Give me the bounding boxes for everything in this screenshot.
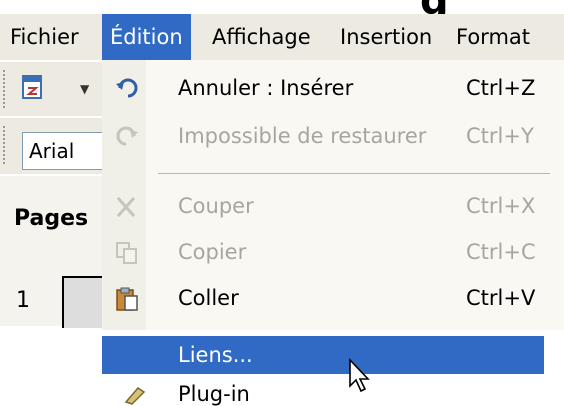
menu-format[interactable]: Format (456, 14, 530, 60)
pages-panel-title: Pages (14, 206, 89, 231)
menu-item-label: Impossible de restaurer (178, 124, 427, 148)
menu-item-liens[interactable]: Liens... (102, 336, 544, 374)
menu-item-shortcut: Ctrl+Y (466, 124, 534, 148)
page-number: 1 (16, 288, 30, 313)
menu-item-coller[interactable]: Coller Ctrl+V (102, 276, 564, 324)
menu-item-restaurer[interactable]: Impossible de restaurer Ctrl+Y (102, 114, 564, 162)
menu-item-label: Couper (178, 194, 254, 218)
menu-edition[interactable]: Édition (102, 14, 191, 60)
copy-icon (116, 242, 137, 264)
menu-item-label: Copier (178, 240, 247, 264)
menu-separator (158, 173, 550, 174)
menu-fichier[interactable]: Fichier (10, 14, 79, 60)
toolbar-grip[interactable] (3, 126, 9, 164)
plugin-icon (124, 387, 146, 405)
paste-icon (116, 287, 138, 311)
menu-item-shortcut: Ctrl+V (466, 286, 536, 310)
dropdown-arrow-icon[interactable]: ▼ (80, 82, 89, 96)
menu-bar: Fichier Édition Affichage Insertion Form… (0, 14, 564, 60)
menu-item-couper[interactable]: Couper Ctrl+X (102, 184, 564, 232)
document-icon[interactable] (20, 74, 46, 102)
undo-icon (116, 78, 138, 98)
menu-item-annuler[interactable]: Annuler : Insérer Ctrl+Z (102, 66, 564, 114)
font-name-field[interactable]: Arial (22, 132, 104, 170)
lower-menu-fragment: Liens... Plug-in (102, 332, 564, 406)
toolbar-grip[interactable] (3, 70, 9, 108)
menu-insertion[interactable]: Insertion (340, 14, 432, 60)
menu-affichage[interactable]: Affichage (212, 14, 311, 60)
mouse-cursor-icon (349, 358, 370, 393)
menu-item-label: Annuler : Insérer (178, 76, 354, 100)
redo-icon (116, 126, 138, 146)
menu-item-shortcut: Ctrl+X (466, 194, 536, 218)
menu-item-label: Coller (178, 286, 239, 310)
standard-toolbar: ▼ (0, 62, 110, 116)
pages-panel: Pages 1 (0, 176, 124, 328)
menu-item-copier[interactable]: Copier Ctrl+C (102, 230, 564, 278)
font-name-value: Arial (29, 139, 75, 163)
menu-item-plugin-label[interactable]: Plug-in (178, 382, 250, 406)
cut-icon (116, 197, 136, 217)
edit-menu-dropdown: Annuler : Insérer Ctrl+Z Impossible de r… (102, 60, 564, 330)
menu-item-label: Liens... (178, 343, 253, 367)
menu-item-shortcut: Ctrl+C (466, 240, 536, 264)
menu-item-shortcut: Ctrl+Z (466, 76, 536, 100)
